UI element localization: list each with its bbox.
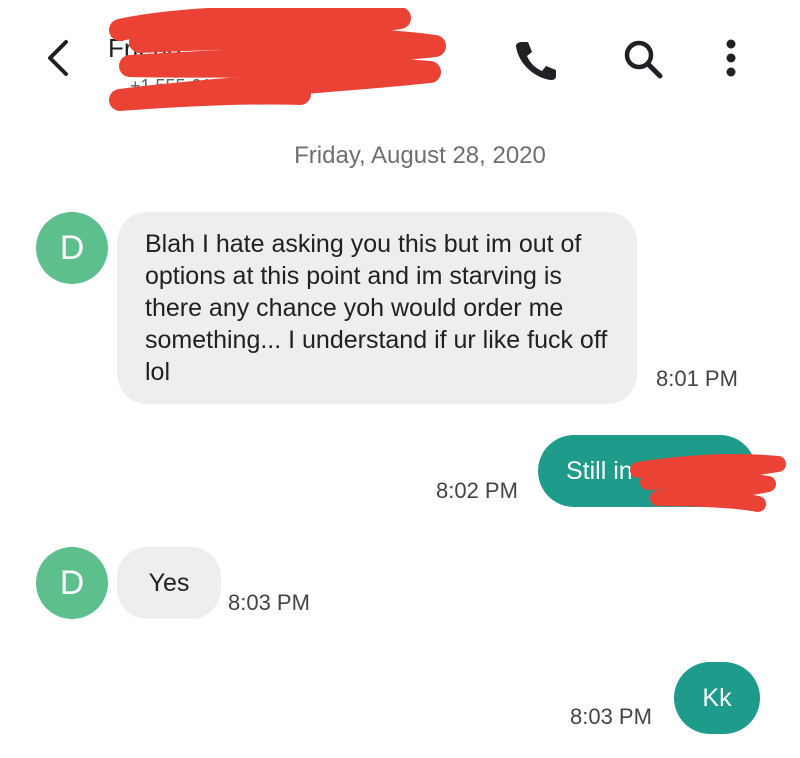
message-bubble-outgoing[interactable]: Kk (674, 662, 760, 734)
date-separator: Friday, August 28, 2020 (294, 142, 546, 169)
message-timestamp: 8:03 PM (228, 590, 310, 615)
message-bubble-incoming[interactable]: Yes (117, 547, 221, 619)
search-icon[interactable] (618, 34, 668, 84)
message-timestamp: 8:01 PM (656, 366, 738, 391)
contact-number: +1 555-010-0000 (130, 76, 268, 96)
contact-name[interactable]: Friend (108, 28, 438, 68)
phone-icon[interactable] (510, 34, 560, 84)
app-bar: Friend +1 555-010-0000 (0, 0, 800, 120)
message-timestamp: 8:03 PM (570, 704, 652, 729)
avatar[interactable]: D (36, 547, 108, 619)
avatar[interactable]: D (36, 212, 108, 284)
message-bubble-incoming[interactable]: Blah I hate asking you this but im out o… (117, 212, 637, 404)
back-arrow-icon[interactable] (40, 36, 80, 80)
more-vert-icon[interactable] (716, 34, 746, 84)
message-bubble-outgoing[interactable]: Still in (538, 435, 756, 507)
message-timestamp: 8:02 PM (436, 478, 518, 503)
